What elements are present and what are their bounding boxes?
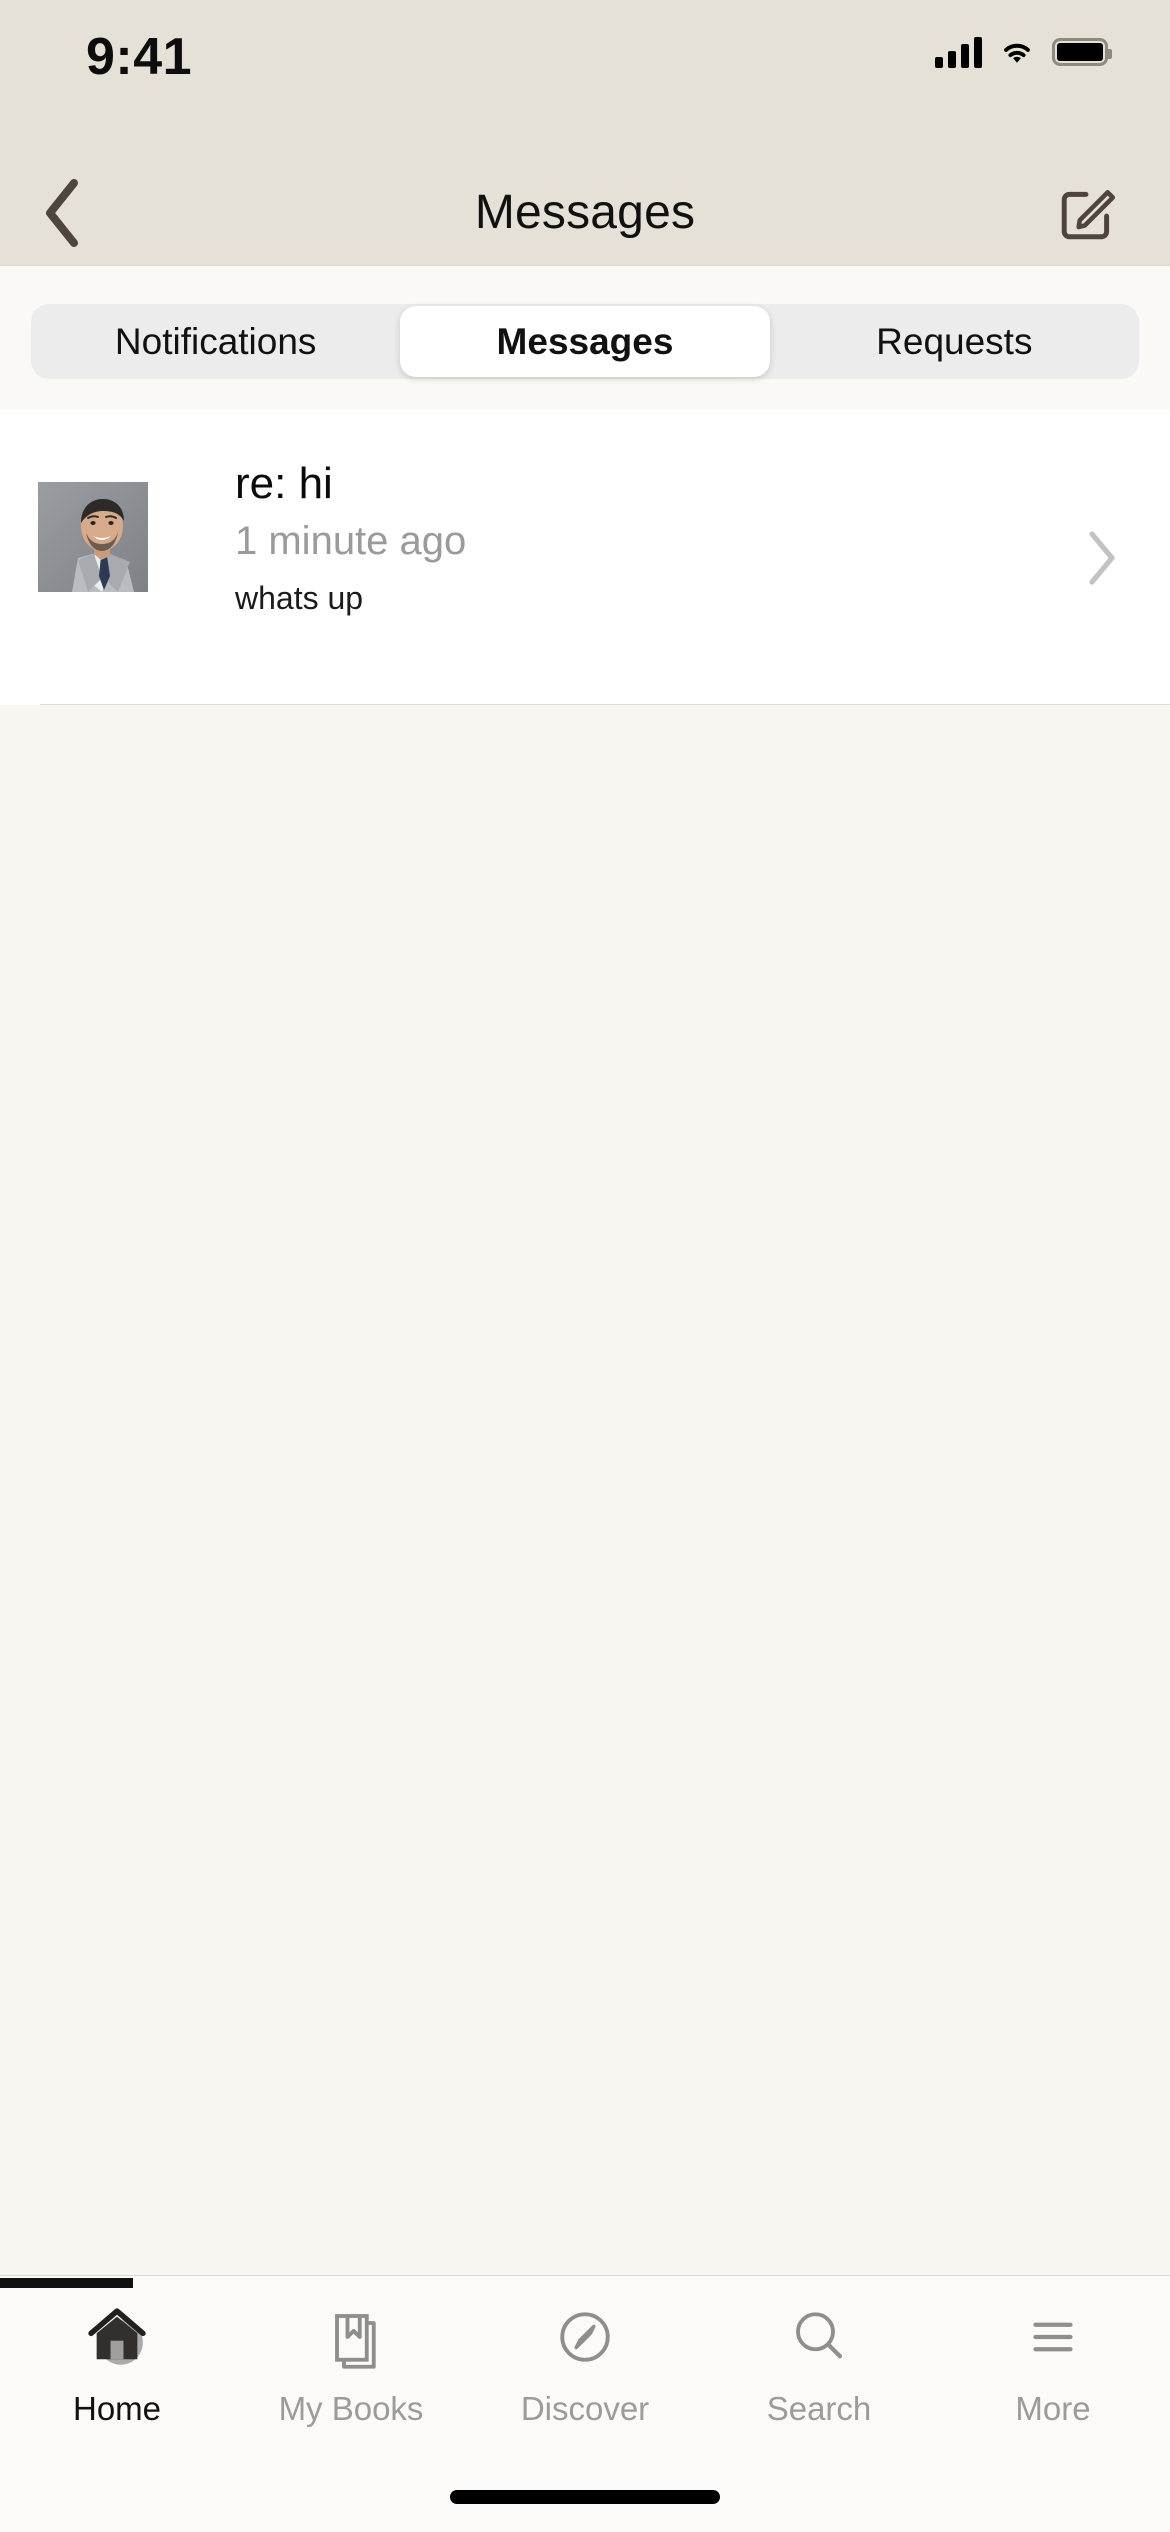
message-timestamp: 1 minute ago: [235, 518, 467, 563]
status-bar: 9:41: [0, 0, 1170, 160]
empty-content-area: [0, 705, 1170, 2275]
chevron-right-icon: [1089, 530, 1115, 585]
tab-bar-item-search[interactable]: Search: [702, 2298, 936, 2428]
tab-bar-label-search: Search: [766, 2390, 872, 2427]
battery-full-icon: [1052, 38, 1112, 66]
home-icon: [80, 2298, 154, 2376]
wifi-icon: [1004, 43, 1030, 63]
compass-icon: [550, 2298, 620, 2376]
tab-bar-item-home[interactable]: Home: [0, 2298, 234, 2428]
books-bookmark-icon: [316, 2298, 386, 2376]
back-button[interactable]: [14, 160, 110, 265]
chevron-left-icon: [46, 178, 78, 247]
message-disclosure-button[interactable]: [1086, 410, 1118, 705]
tab-notifications[interactable]: Notifications: [31, 304, 400, 379]
status-indicators: [935, 30, 1112, 74]
tab-bar-label-home: Home: [72, 2390, 162, 2427]
tab-requests[interactable]: Requests: [770, 304, 1139, 379]
tab-messages[interactable]: Messages: [400, 306, 770, 377]
message-title: re: hi: [235, 459, 333, 508]
hamburger-menu-icon: [1018, 2298, 1088, 2376]
status-time: 9:41: [86, 28, 193, 86]
tab-bar-item-my-books[interactable]: My Books: [234, 2298, 468, 2428]
avatar: [38, 482, 148, 592]
tab-bar-item-discover[interactable]: Discover: [468, 2298, 702, 2428]
message-text-block: re: hi 1 minute ago whats up: [235, 458, 466, 620]
tab-bar-indicator: [0, 2278, 133, 2288]
app-screen: 9:41 Messages Notifications Messages Req…: [0, 0, 1170, 2532]
navigation-bar: Messages: [0, 160, 1170, 265]
page-title: Messages: [474, 186, 696, 239]
man-in-gray-suit-photo: [38, 482, 148, 592]
message-list-item[interactable]: re: hi 1 minute ago whats up: [0, 410, 1170, 706]
segmented-control: Notifications Messages Requests: [31, 304, 1139, 379]
tab-bar-label-my-books: My Books: [278, 2390, 424, 2427]
cellular-signal-icon: [935, 36, 982, 68]
magnifier-icon: [784, 2298, 854, 2376]
compose-pencil-square-icon: [1061, 189, 1116, 239]
bottom-tab-bar: Home My Books Discover Search More: [0, 2275, 1170, 2532]
message-preview: whats up: [235, 579, 364, 616]
message-list: re: hi 1 minute ago whats up: [0, 410, 1170, 706]
tab-bar-label-discover: Discover: [520, 2390, 650, 2427]
segmented-control-container: Notifications Messages Requests: [0, 265, 1170, 410]
tab-bar-label-more: More: [1015, 2390, 1091, 2427]
tab-bar-item-more[interactable]: More: [936, 2298, 1170, 2428]
home-indicator: [450, 2490, 720, 2504]
compose-button[interactable]: [1040, 160, 1136, 265]
